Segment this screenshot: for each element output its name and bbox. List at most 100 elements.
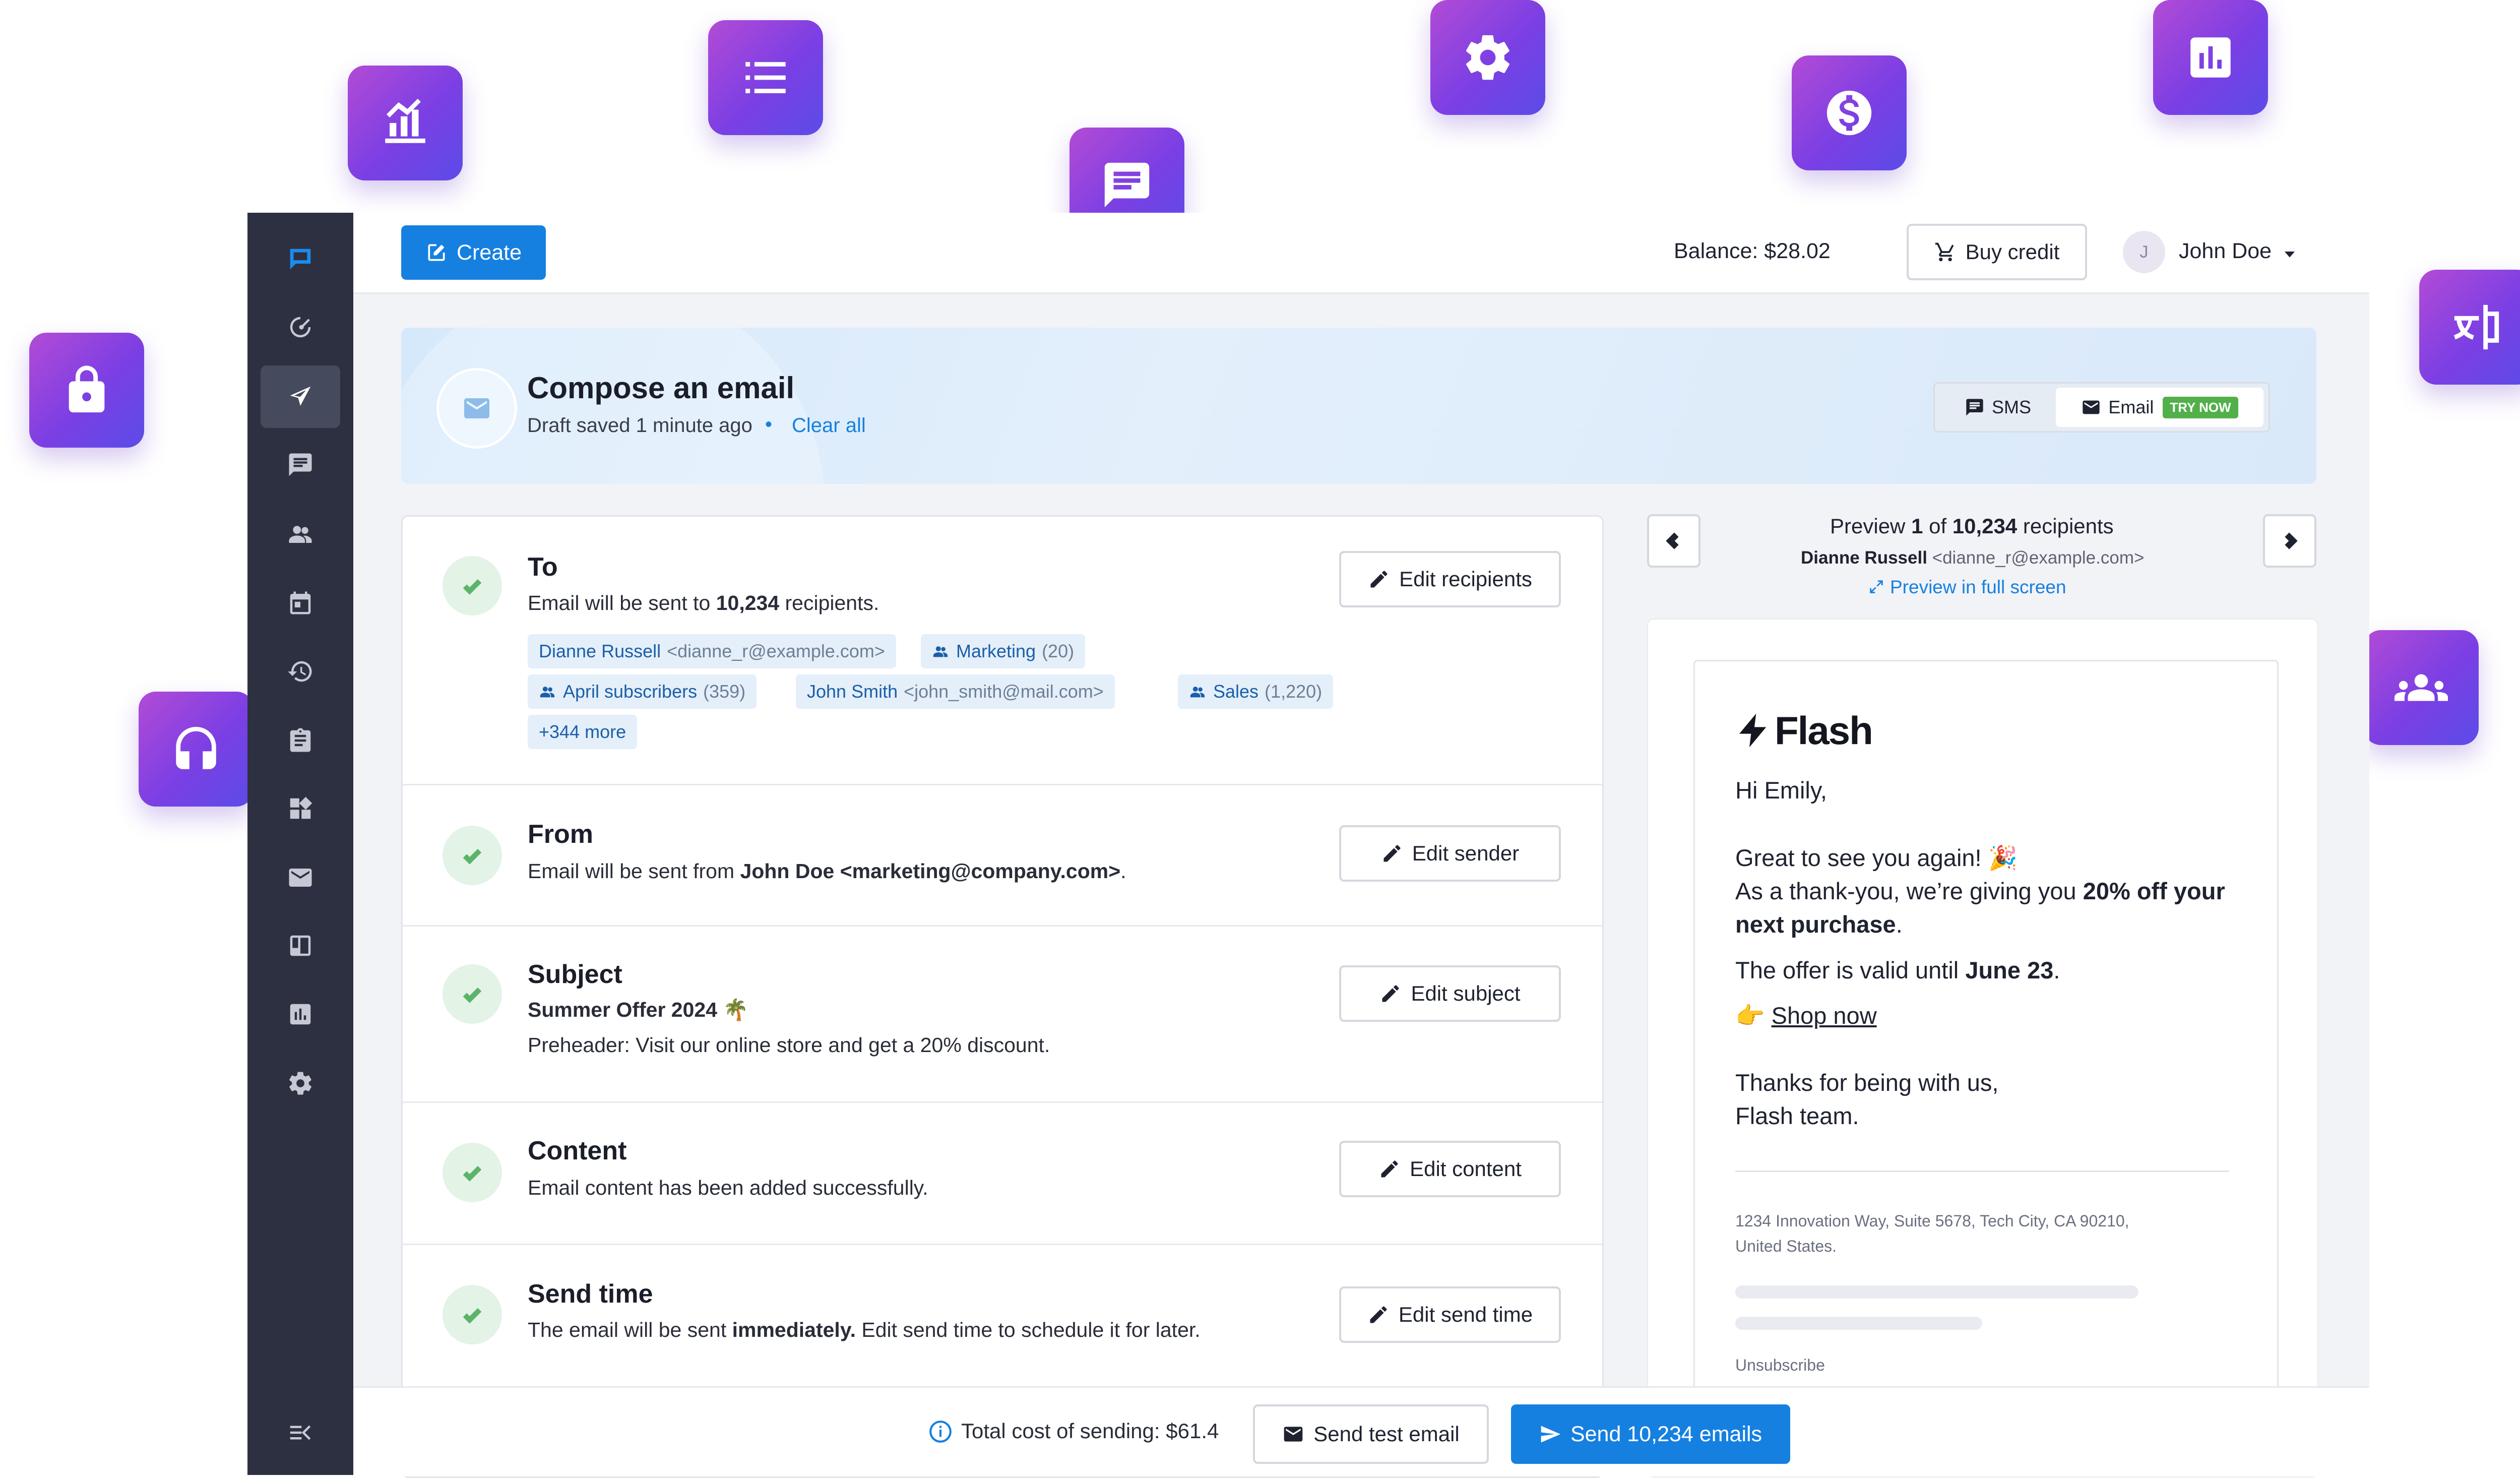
shop-now-link[interactable]: 👉 Shop now [1735,1002,1877,1030]
next-recipient-button[interactable] [2263,514,2316,568]
edit-content-button[interactable]: Edit content [1339,1141,1561,1197]
clear-all-link[interactable]: Clear all [792,414,866,437]
create-label: Create [456,240,522,265]
list-icon [708,20,823,135]
recipient-chip[interactable]: John Smith <john_smith@mail.com> [796,674,1115,709]
section-title: Subject [528,960,622,989]
content-summary: Email content has been added successfull… [528,1176,928,1199]
subject-line: Summer Offer 2024 🌴 [528,998,749,1021]
chart-growth-icon [348,66,463,180]
mail-icon [1284,1427,1303,1442]
draft-status: Draft saved 1 minute ago [527,414,752,437]
placeholder-line [1735,1285,2138,1299]
section-from: From Email will be sent from John Doe <m… [403,784,1602,927]
email-signoff: Thanks for being with us, [1735,1069,1999,1096]
edit-recipients-button[interactable]: Edit recipients [1339,551,1561,607]
edit-send-time-button[interactable]: Edit send time [1339,1286,1561,1343]
group-icon [1190,687,1205,698]
email-line: Great to see you again! 🎉 [1735,844,2018,871]
pencil-icon [1382,985,1399,1002]
flash-logo: Flash [1734,708,1873,753]
tab-sms-label: SMS [1991,397,2031,417]
check-icon [443,1143,502,1202]
cart-icon [1935,242,1954,262]
balance-text: Balance: $28.02 [1674,239,1831,263]
more-recipients-chip[interactable]: +344 more [528,715,638,749]
buy-credit-button[interactable]: Buy credit [1907,224,2087,280]
create-button[interactable]: Create [401,225,546,280]
envelope-icon [436,368,517,449]
section-to: To Email will be sent to 10,234 recipien… [403,517,1602,785]
group-icon [2364,630,2479,745]
send-emails-button[interactable]: Send 10,234 emails [1511,1404,1790,1464]
group-chip[interactable]: April subscribers (359) [528,674,757,709]
collapse-icon[interactable] [261,1401,340,1464]
lock-icon [29,333,144,448]
divider [1735,1171,2229,1172]
preview-counter: Preview 1 of 10,234 recipients [1830,514,2114,538]
mail-icon[interactable] [261,846,340,909]
dashboard-icon[interactable] [261,296,340,358]
email-line: next purchase. [1735,911,1903,938]
section-content: Content Email content has been added suc… [403,1101,1602,1245]
preview-full-screen-link[interactable]: Preview in full screen [1868,577,2066,598]
sidebar [247,213,353,1475]
group-icon [933,646,948,657]
pencil-icon [1370,1306,1387,1323]
settings-icon[interactable] [261,1052,340,1115]
check-icon [443,1285,502,1344]
pencil-icon [1383,845,1401,862]
calendar-icon[interactable] [261,572,340,634]
history-icon[interactable] [261,640,340,703]
layout-icon[interactable] [261,914,340,977]
recipient-chip[interactable]: Dianne Russell <dianne_r@example.com> [528,634,896,668]
top-bar: Create Balance: $28.02 Buy credit J John… [353,213,2369,294]
placeholder-line [1735,1317,1982,1330]
chat-icon[interactable] [261,434,340,496]
send-icon[interactable] [261,365,340,428]
analytics-icon[interactable] [261,983,340,1045]
expand-icon [1870,580,1883,593]
tab-email[interactable]: Email TRY NOW [2056,388,2263,427]
clipboard-icon[interactable] [261,709,340,772]
bolt-icon [1739,713,1767,748]
to-summary: Email will be sent to 10,234 recipients. [528,591,879,614]
company-address: 1234 Innovation Way, Suite 5678, Tech Ci… [1735,1212,2129,1230]
gear-icon [1430,0,1545,115]
send-test-email-button[interactable]: Send test email [1253,1404,1489,1464]
send-time-summary: The email will be sent immediately. Edit… [528,1318,1201,1341]
total-cost: Total cost of sending: $61.4 [928,1419,1219,1444]
group-chip[interactable]: Sales (1,220) [1178,674,1334,709]
check-icon [443,556,502,615]
check-icon [443,826,502,885]
email-line: As a thank-you, we’re giving you 20% off… [1735,878,2225,904]
avatar[interactable]: J [2123,231,2165,273]
section-title: To [528,552,558,582]
check-icon [443,964,502,1024]
edit-sender-button[interactable]: Edit sender [1339,825,1561,882]
edit-subject-button[interactable]: Edit subject [1339,965,1561,1022]
email-preview-card: Flash Hi Emily, Great to see you again! … [1647,619,2318,1477]
chat-icon [1966,399,1983,416]
channel-switch: SMS Email TRY NOW [1933,382,2270,433]
footer-action-bar: Total cost of sending: $61.4 Send test e… [353,1386,2369,1476]
chevron-down-icon[interactable] [2280,244,2300,264]
headset-icon [139,692,254,807]
try-now-badge: TRY NOW [2163,396,2238,418]
pencil-icon [1381,1160,1398,1178]
company-address: United States. [1735,1237,1837,1255]
translate-icon [2419,270,2520,385]
section-title: From [528,820,593,849]
tab-sms[interactable]: SMS [1940,388,2056,427]
unsubscribe-link[interactable]: Unsubscribe [1735,1356,1825,1375]
contacts-icon[interactable] [261,503,340,565]
section-subject: Subject Summer Offer 2024 🌴 Preheader: V… [403,925,1602,1103]
group-chip[interactable]: Marketing (20) [921,634,1086,668]
preview-recipient: Dianne Russell <dianne_r@example.com> [1801,548,2145,568]
chevron-left-icon [1666,532,1679,549]
widgets-icon[interactable] [261,777,340,840]
from-summary: Email will be sent from John Doe <market… [528,859,1126,883]
user-name[interactable]: John Doe [2179,239,2272,264]
previous-recipient-button[interactable] [1647,514,1700,568]
logo-icon[interactable] [261,228,340,290]
